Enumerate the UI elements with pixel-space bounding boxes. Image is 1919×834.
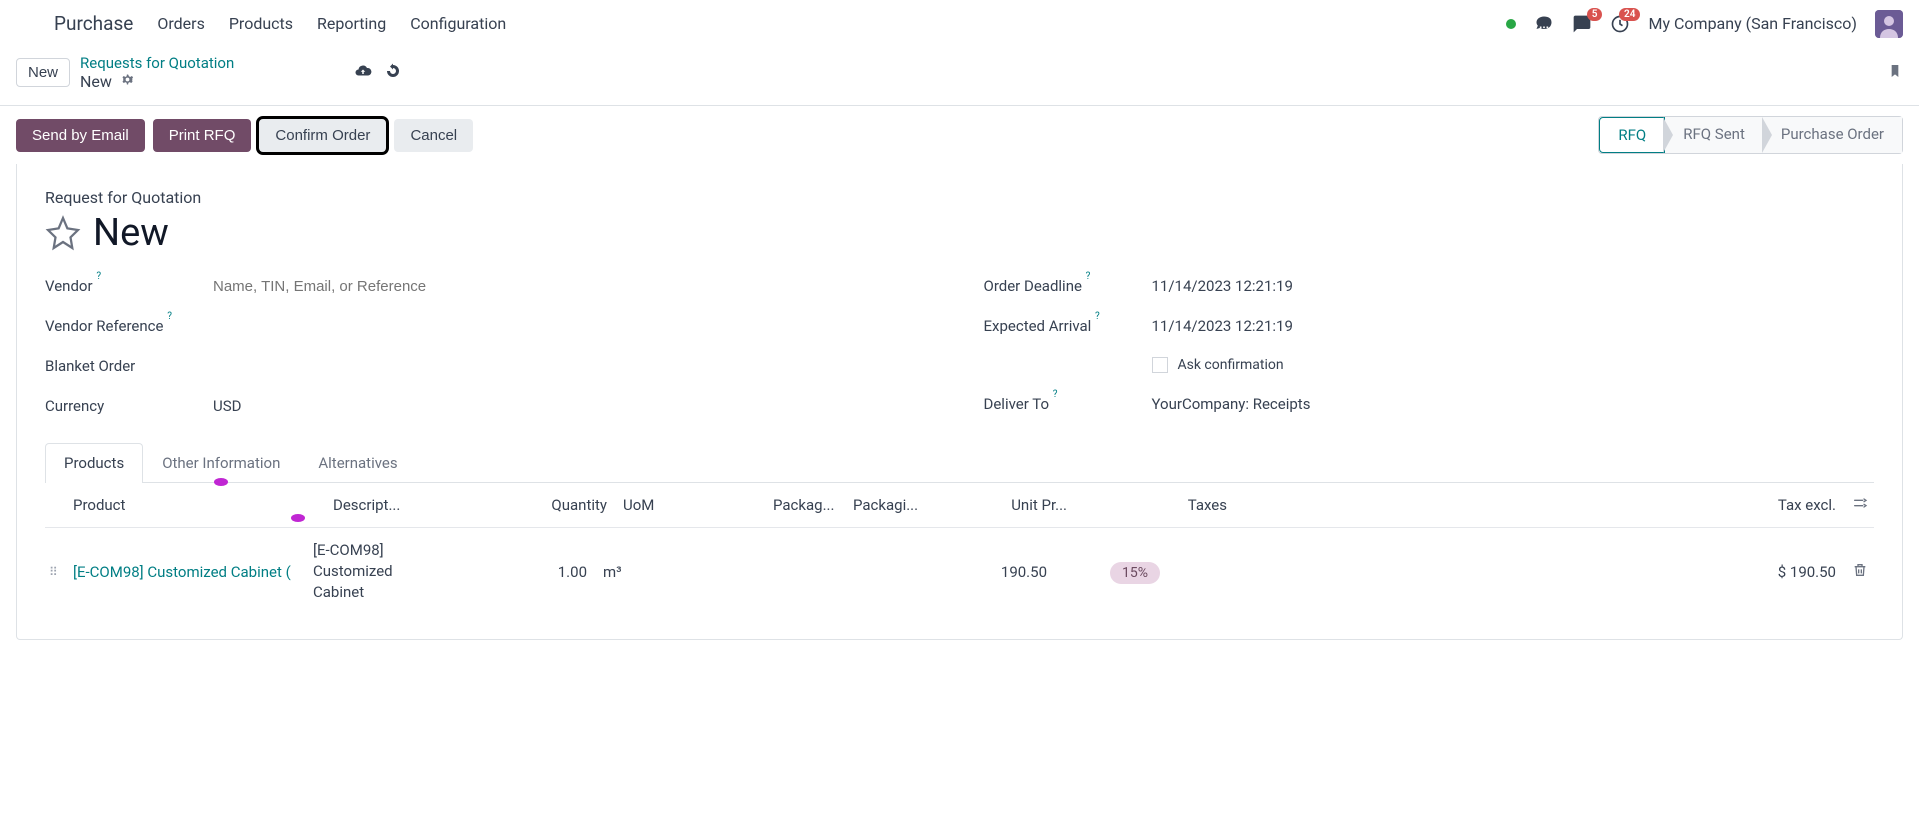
arrival-value[interactable]: 11/14/2023 12:21:19 [1152,317,1293,335]
breadcrumb-link[interactable]: Requests for Quotation [80,54,234,72]
th-unit-price[interactable]: Unit Pr... [925,496,1075,514]
th-packaging[interactable]: Packag... [765,496,845,514]
status-bar: RFQ RFQ Sent Purchase Order [1598,116,1903,154]
company-name[interactable]: My Company (San Francisco) [1648,14,1857,33]
blanket-order-input[interactable] [213,358,513,375]
deadline-label: Order Deadline ? [984,277,1152,295]
tab-products[interactable]: Products [45,443,143,483]
user-avatar[interactable] [1875,10,1903,38]
sheet-subtitle: Request for Quotation [45,188,1874,207]
currency-value[interactable]: USD [213,397,241,415]
drag-handle-icon[interactable]: ⠿ [45,565,65,579]
th-packaging-qty[interactable]: Packagi... [845,496,925,514]
vendor-label: Vendor ? [45,277,213,295]
messages-badge: 5 [1587,8,1603,21]
ask-confirmation-checkbox[interactable] [1152,357,1168,373]
nav-menu: Orders Products Reporting Configuration [157,14,1506,33]
bookmark-icon[interactable] [1887,61,1903,85]
star-icon[interactable] [45,215,81,251]
action-bar: Send by Email Print RFQ Confirm Order Ca… [0,105,1919,164]
blanket-order-label: Blanket Order [45,357,213,375]
th-description[interactable]: Descript... [325,496,475,514]
cell-taxes[interactable]: 15% [1055,563,1215,581]
cell-unit-price[interactable]: 190.50 [905,563,1055,581]
cell-uom[interactable]: m³ [595,563,745,581]
activities-icon[interactable]: 24 [1610,14,1630,34]
status-purchase-order[interactable]: Purchase Order [1763,117,1902,153]
nav-right: 5 24 My Company (San Francisco) [1506,10,1903,38]
cell-total: $ 190.50 [1215,563,1844,581]
products-table: Product Descript... Quantity UoM Packag.… [45,483,1874,615]
deadline-value[interactable]: 11/14/2023 12:21:19 [1152,277,1293,295]
tab-indicator-icon [214,478,228,486]
th-uom[interactable]: UoM [615,496,765,514]
form-sheet: Request for Quotation New Vendor ? Vendo… [16,164,1903,640]
cloud-upload-icon[interactable] [354,62,372,84]
status-rfq[interactable]: RFQ [1599,117,1665,153]
vendor-ref-label: Vendor Reference ? [45,317,213,335]
messages-icon[interactable]: 5 [1572,14,1592,34]
cancel-button[interactable]: Cancel [394,119,473,152]
app-name[interactable]: Purchase [54,12,133,35]
nav-configuration[interactable]: Configuration [410,14,506,33]
column-indicator-icon [291,514,305,522]
th-quantity[interactable]: Quantity [475,496,615,514]
ask-confirmation-label: Ask confirmation [1178,357,1284,373]
tab-alternatives[interactable]: Alternatives [299,443,416,482]
table-header: Product Descript... Quantity UoM Packag.… [45,483,1874,528]
nav-products[interactable]: Products [229,14,293,33]
gear-icon[interactable] [120,72,135,91]
th-tax-excl[interactable]: Tax excl. [1235,496,1844,514]
new-button[interactable]: New [16,58,70,87]
connection-status-icon [1506,19,1516,29]
delete-row-icon[interactable] [1844,562,1874,582]
column-settings-icon[interactable] [1844,495,1874,515]
phone-icon[interactable] [1534,14,1554,34]
breadcrumb-bar: New Requests for Quotation New [0,48,1919,105]
cell-product[interactable]: [E-COM98] Customized Cabinet ( [65,563,305,581]
table-row: ⠿ [E-COM98] Customized Cabinet ( [E-COM9… [45,528,1874,615]
activities-badge: 24 [1619,8,1640,21]
deliver-to-label: Deliver To ? [984,395,1152,413]
tab-other-info[interactable]: Other Information [143,443,299,482]
cell-quantity[interactable]: 1.00 [455,563,595,581]
nav-orders[interactable]: Orders [157,14,204,33]
top-navbar: Purchase Orders Products Reporting Confi… [0,0,1919,48]
arrival-label: Expected Arrival ? [984,317,1152,335]
tax-badge: 15% [1110,562,1160,584]
deliver-to-value[interactable]: YourCompany: Receipts [1152,395,1311,413]
breadcrumb-current: New [80,72,112,91]
send-email-button[interactable]: Send by Email [16,119,145,152]
vendor-input[interactable] [213,278,513,295]
nav-reporting[interactable]: Reporting [317,14,386,33]
document-title: New [93,211,169,255]
tabs: Products Other Information Alternatives [45,443,1874,483]
print-rfq-button[interactable]: Print RFQ [153,119,252,152]
discard-icon[interactable] [384,62,402,84]
th-product[interactable]: Product [65,496,325,514]
th-taxes[interactable]: Taxes [1075,496,1235,514]
confirm-order-button[interactable]: Confirm Order [259,119,386,152]
vendor-ref-input[interactable] [213,318,513,335]
app-icon[interactable] [16,10,44,38]
cell-description[interactable]: [E-COM98] Customized Cabinet [305,540,455,603]
currency-label: Currency [45,397,213,415]
status-rfq-sent[interactable]: RFQ Sent [1665,117,1763,153]
